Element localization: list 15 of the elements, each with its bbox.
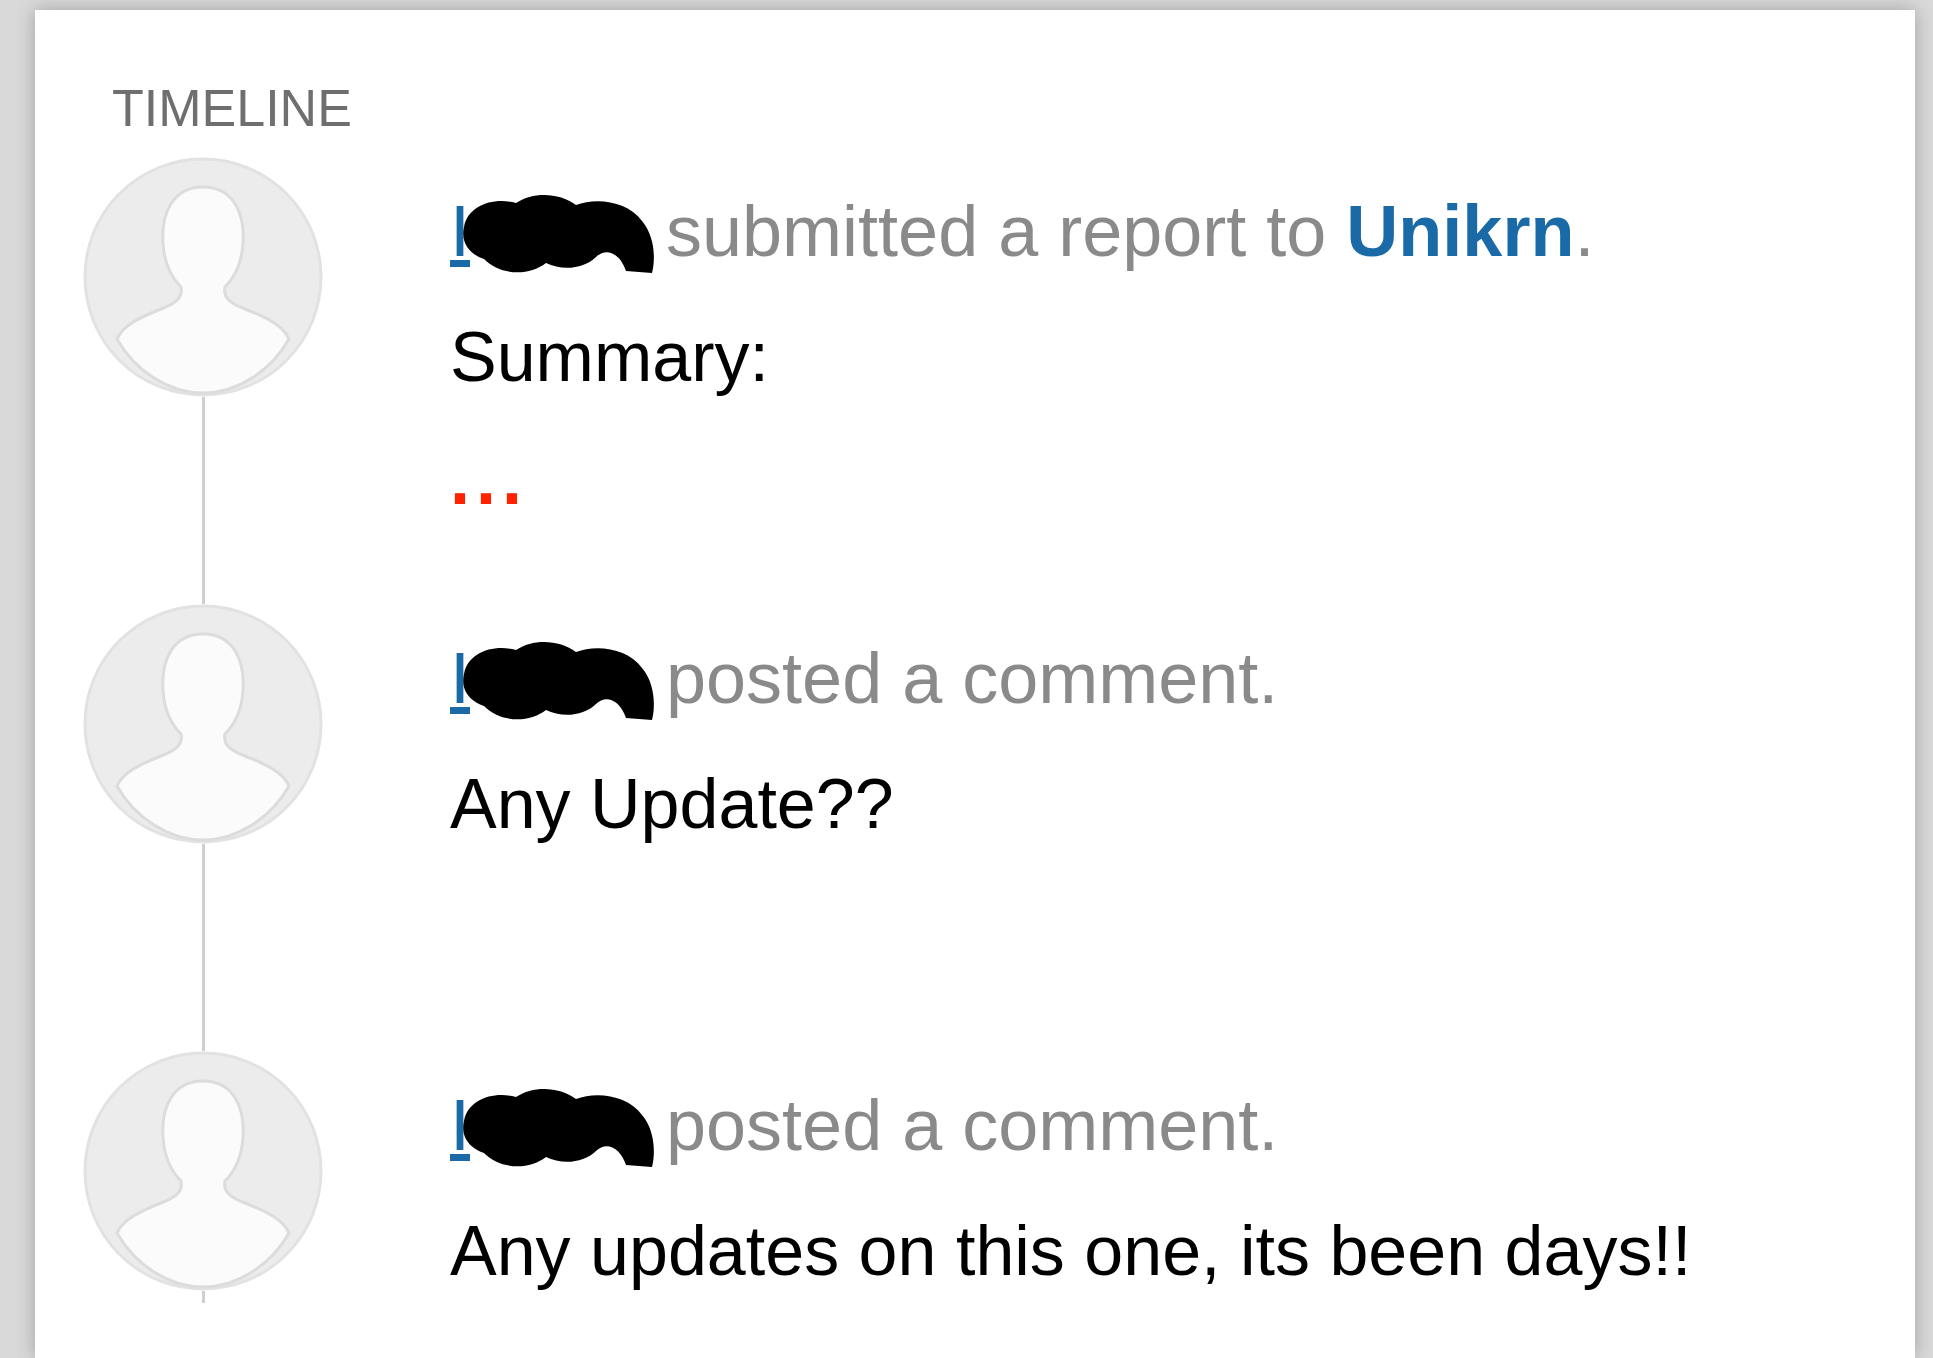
username-link[interactable]: I	[450, 636, 470, 720]
avatar-icon	[83, 1051, 323, 1291]
username-link[interactable]: I	[450, 1083, 470, 1167]
event-description: posted a comment.	[666, 1084, 1279, 1167]
comment-text: Any updates on this one, its been days!!	[450, 1211, 1692, 1292]
section-title: TIMELINE	[112, 78, 352, 138]
avatar-icon	[83, 157, 323, 397]
comment-text: Any Update??	[450, 764, 895, 845]
event-description: submitted a report to Unikrn.	[666, 190, 1595, 273]
program-link[interactable]: Unikrn	[1346, 191, 1575, 271]
avatar-icon	[83, 604, 323, 844]
event-description: posted a comment.	[666, 637, 1279, 720]
ellipsis-text: ...	[450, 439, 529, 519]
comment-text: Summary:	[450, 317, 770, 398]
username-link[interactable]: I	[450, 189, 470, 273]
